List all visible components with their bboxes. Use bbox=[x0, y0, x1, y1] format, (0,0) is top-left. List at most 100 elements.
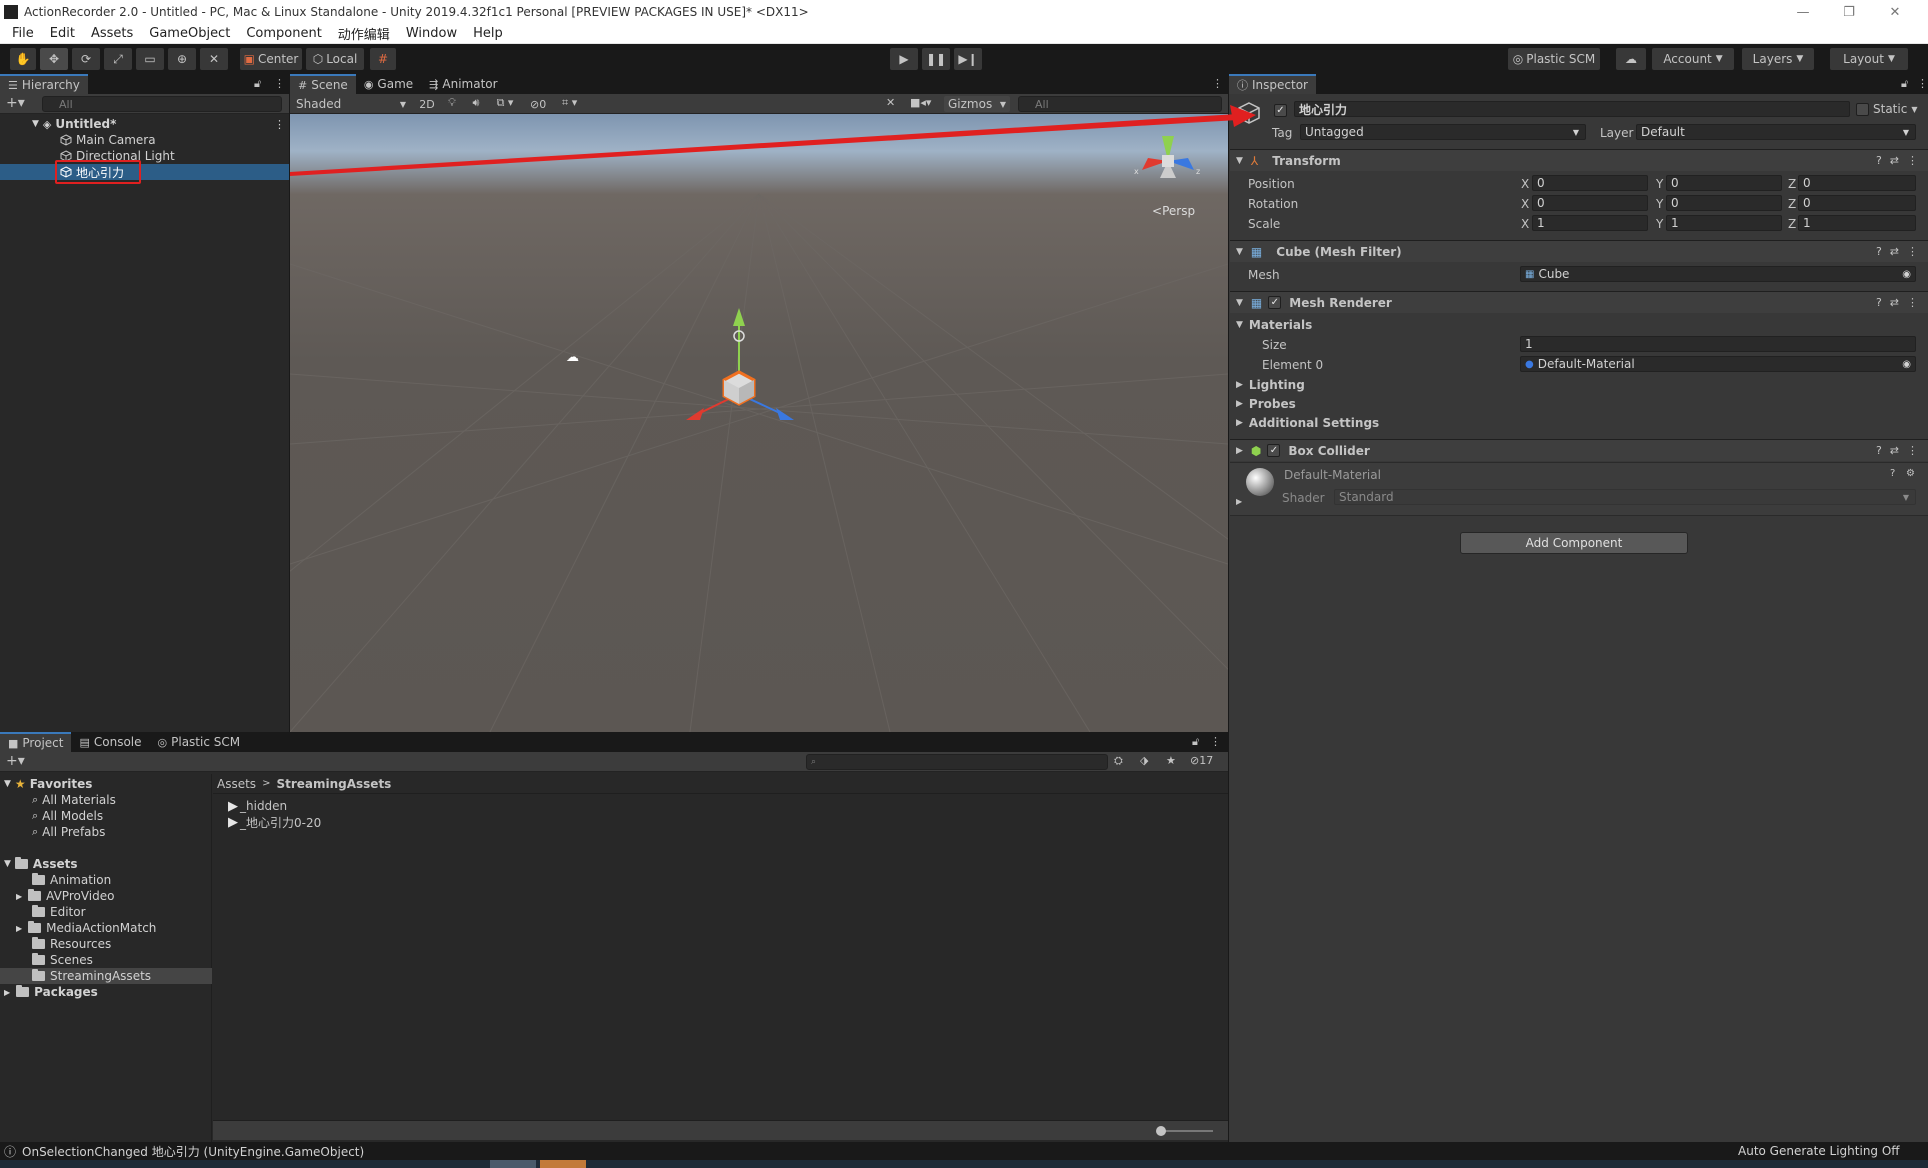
mesh-filter-header[interactable]: ▼ ▦ Cube (Mesh Filter) ? ⇄ ⋮ bbox=[1230, 240, 1928, 262]
box-collider-enabled-checkbox[interactable]: ✓ bbox=[1267, 444, 1281, 457]
step-button[interactable]: ▶❙ bbox=[954, 48, 982, 70]
packages-foldout[interactable]: ▶ Packages bbox=[0, 984, 212, 1000]
tab-hierarchy[interactable]: ☰ Hierarchy bbox=[0, 74, 88, 94]
object-name-field[interactable]: 地心引力 bbox=[1294, 101, 1850, 117]
breadcrumb-assets[interactable]: Assets bbox=[217, 777, 256, 791]
favorite-item[interactable]: ⌕ All Prefabs bbox=[0, 824, 212, 840]
transform-header[interactable]: ▼ ⅄ Transform ? ⇄ ⋮ bbox=[1230, 149, 1928, 171]
tab-animator[interactable]: ⇶ Animator bbox=[421, 74, 505, 94]
status-message[interactable]: OnSelectionChanged 地心引力 (UnityEngine.Gam… bbox=[22, 1143, 364, 1160]
close-button[interactable]: ✕ bbox=[1872, 0, 1918, 24]
projection-toggle[interactable]: < Persp bbox=[1152, 204, 1195, 218]
hierarchy-item-directional-light[interactable]: Directional Light bbox=[0, 148, 289, 164]
minimize-button[interactable]: — bbox=[1780, 0, 1826, 24]
menu-action-edit[interactable]: 动作编辑 bbox=[330, 24, 398, 43]
scale-y-field[interactable]: 1 bbox=[1666, 215, 1782, 231]
project-search-input[interactable]: ⌕ bbox=[806, 754, 1108, 770]
scene-row[interactable]: ▼ ◈ Untitled* ⋮ bbox=[0, 116, 289, 132]
position-x-field[interactable]: 0 bbox=[1532, 175, 1648, 191]
preset-icon[interactable]: ⇄ bbox=[1890, 154, 1899, 167]
gear-icon[interactable]: ⚙ bbox=[1906, 468, 1915, 479]
add-icon[interactable]: +▾ bbox=[6, 753, 25, 769]
cloud-icon[interactable]: ☁ bbox=[1616, 48, 1646, 70]
layer-dropdown[interactable]: Default ▼ bbox=[1636, 124, 1916, 140]
position-y-field[interactable]: 0 bbox=[1666, 175, 1782, 191]
lock-icon[interactable]: 🔓︎ bbox=[1901, 77, 1908, 91]
hand-tool-icon[interactable]: ✋ bbox=[10, 48, 36, 70]
scale-z-field[interactable]: 1 bbox=[1798, 215, 1916, 231]
tag-dropdown[interactable]: Untagged ▼ bbox=[1300, 124, 1586, 140]
pivot-center-button[interactable]: ▣ Center bbox=[240, 48, 302, 70]
help-icon[interactable]: ? bbox=[1876, 245, 1882, 258]
scale-x-field[interactable]: 1 bbox=[1532, 215, 1648, 231]
folder-item[interactable]: Resources bbox=[0, 936, 212, 952]
object-picker-icon[interactable]: ◉ bbox=[1902, 269, 1911, 280]
pause-button[interactable]: ❚❚ bbox=[922, 48, 950, 70]
taskbar-app-icon[interactable] bbox=[490, 1160, 536, 1168]
rotation-z-field[interactable]: 0 bbox=[1798, 195, 1916, 211]
scene-kebab-icon[interactable]: ⋮ bbox=[274, 118, 285, 131]
favorites-foldout[interactable]: ▼ ★ Favorites bbox=[0, 776, 212, 792]
kebab-menu-icon[interactable]: ⋮ bbox=[1907, 245, 1918, 258]
preset-icon[interactable]: ⇄ bbox=[1890, 245, 1899, 258]
file-item[interactable]: ▶ _地心引力0-20 bbox=[228, 814, 321, 830]
kebab-menu-icon[interactable]: ⋮ bbox=[1210, 735, 1221, 748]
hierarchy-search-input[interactable]: All bbox=[42, 96, 282, 112]
lock-icon[interactable]: 🔓︎ bbox=[1192, 735, 1199, 749]
layout-dropdown[interactable]: Layout ▼ bbox=[1830, 48, 1908, 70]
folder-item[interactable]: Editor bbox=[0, 904, 212, 920]
scene-viewport[interactable]: ☁ x z < Persp bbox=[290, 114, 1228, 732]
mesh-renderer-header[interactable]: ▼ ▦ ✓ Mesh Renderer ? ⇄ ⋮ bbox=[1230, 291, 1928, 313]
account-dropdown[interactable]: Account ▼ bbox=[1652, 48, 1734, 70]
layers-dropdown[interactable]: Layers ▼ bbox=[1742, 48, 1814, 70]
tab-scene[interactable]: # Scene bbox=[290, 74, 356, 94]
folder-item[interactable]: Scenes bbox=[0, 952, 212, 968]
favorite-item[interactable]: ⌕ All Materials bbox=[0, 792, 212, 808]
probes-foldout[interactable]: ▶ Probes bbox=[1236, 397, 1296, 411]
shader-dropdown[interactable]: Standard ▼ bbox=[1334, 489, 1916, 505]
scene-kebab-icon[interactable]: ⋮ bbox=[1212, 77, 1223, 90]
static-toggle[interactable]: Static ▼ bbox=[1856, 102, 1917, 116]
position-z-field[interactable]: 0 bbox=[1798, 175, 1916, 191]
lock-icon[interactable]: 🔓︎ bbox=[254, 77, 261, 91]
custom-tool-icon[interactable]: ✕ bbox=[200, 48, 228, 70]
materials-size-field[interactable]: 1 bbox=[1520, 336, 1916, 352]
taskbar-app-icon[interactable] bbox=[540, 1160, 586, 1168]
maximize-button[interactable]: ❐ bbox=[1826, 0, 1872, 24]
folder-item-selected[interactable]: StreamingAssets bbox=[0, 968, 212, 984]
kebab-menu-icon[interactable]: ⋮ bbox=[1907, 154, 1918, 167]
move-handle-gizmo[interactable] bbox=[670, 294, 820, 424]
menu-file[interactable]: File bbox=[4, 26, 42, 41]
kebab-menu-icon[interactable]: ⋮ bbox=[1907, 444, 1918, 457]
folder-item[interactable]: Animation bbox=[0, 872, 212, 888]
tab-plastic-scm[interactable]: ◎ Plastic SCM bbox=[150, 732, 249, 752]
object-picker-icon[interactable]: ◉ bbox=[1902, 359, 1911, 370]
menu-help[interactable]: Help bbox=[465, 26, 511, 41]
kebab-menu-icon[interactable]: ⋮ bbox=[1907, 296, 1918, 309]
icon-size-slider-track[interactable] bbox=[1159, 1130, 1213, 1132]
assets-foldout[interactable]: ▼ Assets bbox=[0, 856, 212, 872]
element0-field[interactable]: ● Default-Material ◉ bbox=[1520, 356, 1916, 372]
hierarchy-item-main-camera[interactable]: Main Camera bbox=[0, 132, 289, 148]
collapse-triangle-icon[interactable]: ▶ bbox=[1236, 497, 1242, 506]
folder-item[interactable]: ▶ MediaActionMatch bbox=[0, 920, 212, 936]
rect-tool-icon[interactable]: ▭ bbox=[136, 48, 164, 70]
filter-label-icon[interactable]: ⬗ bbox=[1140, 754, 1148, 767]
active-checkbox[interactable]: ✓ bbox=[1274, 102, 1287, 117]
add-component-button[interactable]: Add Component bbox=[1460, 532, 1688, 554]
preset-icon[interactable]: ⇄ bbox=[1890, 296, 1899, 309]
kebab-menu-icon[interactable]: ⋮ bbox=[274, 77, 285, 90]
auto-lighting-status[interactable]: Auto Generate Lighting Off bbox=[1738, 1144, 1900, 1158]
scale-tool-icon[interactable]: ⤢ bbox=[104, 48, 132, 70]
menu-gameobject[interactable]: GameObject bbox=[141, 26, 238, 41]
snap-grid-icon[interactable]: # bbox=[370, 48, 396, 70]
move-tool-icon[interactable]: ✥ bbox=[40, 48, 68, 70]
filter-type-icon[interactable]: ⛭ bbox=[1114, 754, 1123, 768]
materials-foldout[interactable]: ▼ Materials bbox=[1236, 318, 1312, 332]
tab-project[interactable]: ■ Project bbox=[0, 732, 72, 752]
rotation-x-field[interactable]: 0 bbox=[1532, 195, 1648, 211]
hidden-packages-toggle[interactable]: ⊘ 17 bbox=[1190, 754, 1213, 767]
tab-game[interactable]: ◉ Game bbox=[356, 74, 421, 94]
menu-window[interactable]: Window bbox=[398, 26, 465, 41]
static-checkbox[interactable] bbox=[1856, 102, 1869, 116]
